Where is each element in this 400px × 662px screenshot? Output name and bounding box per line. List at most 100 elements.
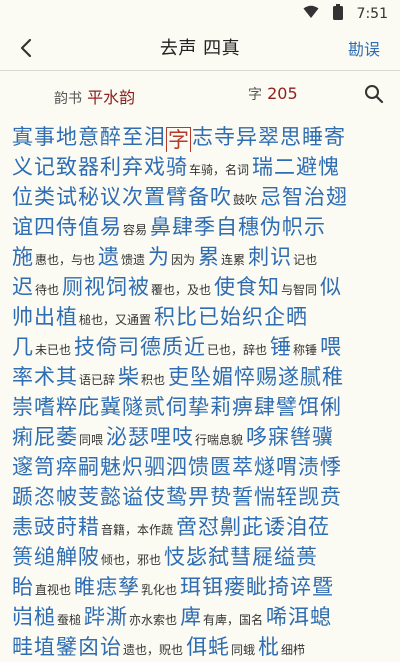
character-item[interactable]: 泗 <box>166 452 187 482</box>
character-item[interactable]: 屁 <box>34 422 55 452</box>
character-item[interactable]: 悴 <box>234 362 255 392</box>
character-item[interactable]: 帅 <box>12 302 33 332</box>
character-item[interactable]: 翠 <box>258 122 279 152</box>
character-item[interactable]: 睢 <box>74 572 95 602</box>
character-item[interactable]: 迟 <box>12 272 33 302</box>
character-item[interactable]: 术 <box>34 362 55 392</box>
character-item[interactable]: 邃 <box>12 452 33 482</box>
character-item[interactable]: 莅 <box>308 512 329 542</box>
character-item[interactable]: 异 <box>236 122 257 152</box>
character-item[interactable]: 寐 <box>268 422 289 452</box>
character-item[interactable]: 忌 <box>260 182 281 212</box>
character-item[interactable]: 植 <box>56 302 77 332</box>
character-item[interactable]: 跸 <box>84 602 105 632</box>
character-item[interactable]: 睡 <box>302 122 323 152</box>
character-item[interactable]: 惴 <box>254 482 275 512</box>
character-item[interactable]: 近 <box>184 332 205 362</box>
character-item[interactable]: 试 <box>56 182 77 212</box>
character-item[interactable]: 缢 <box>274 542 295 572</box>
character-item[interactable]: 类 <box>34 182 55 212</box>
character-item[interactable]: 谥 <box>122 482 143 512</box>
character-item[interactable]: 柴 <box>118 362 139 392</box>
character-item[interactable]: 痣 <box>96 572 117 602</box>
character-item[interactable]: 轾 <box>276 482 297 512</box>
character-item[interactable]: 稚 <box>322 362 343 392</box>
character-item[interactable]: 贽 <box>210 482 231 512</box>
character-item[interactable]: 媚 <box>212 362 233 392</box>
character-item[interactable]: 燧 <box>254 452 275 482</box>
character-item[interactable]: 避 <box>296 152 317 182</box>
character-item[interactable]: 譬 <box>276 392 297 422</box>
character-item[interactable]: 饲 <box>106 272 127 302</box>
character-item[interactable]: 恣 <box>34 482 55 512</box>
character-item[interactable]: 次 <box>122 182 143 212</box>
character-item[interactable]: 澌 <box>106 602 127 632</box>
character-item[interactable]: 篑 <box>12 542 33 572</box>
character-item[interactable]: 瑟 <box>128 422 149 452</box>
character-item[interactable]: 啻 <box>176 512 197 542</box>
character-item[interactable]: 弑 <box>208 542 229 572</box>
character-item[interactable]: 囟 <box>78 632 99 662</box>
character-item[interactable]: 志 <box>192 122 213 152</box>
character-item[interactable]: 穗 <box>238 212 259 242</box>
character-item[interactable]: 埴 <box>34 632 55 662</box>
character-item[interactable]: 芰 <box>78 482 99 512</box>
character-item[interactable]: 缒 <box>34 542 55 572</box>
character-item[interactable]: 遗 <box>98 242 119 272</box>
character-item[interactable]: 倚 <box>96 332 117 362</box>
character-item[interactable]: 洎 <box>286 512 307 542</box>
character-item[interactable]: 寄 <box>324 122 345 152</box>
character-item[interactable]: 莳 <box>56 512 77 542</box>
character-item[interactable]: 为 <box>148 242 169 272</box>
character-item[interactable]: 季 <box>194 212 215 242</box>
character-item[interactable]: 洱 <box>288 602 309 632</box>
character-item[interactable]: 四 <box>34 212 55 242</box>
character-item-selected[interactable]: 字 <box>166 126 191 152</box>
character-item[interactable]: 器 <box>78 152 99 182</box>
character-item[interactable]: 施 <box>12 242 33 272</box>
character-item[interactable]: 喟 <box>276 452 297 482</box>
character-item[interactable]: 觊 <box>298 482 319 512</box>
character-item[interactable]: 眙 <box>12 572 33 602</box>
character-item[interactable]: 知 <box>258 272 279 302</box>
character-item[interactable]: 痢 <box>12 422 33 452</box>
character-item[interactable]: 怼 <box>198 512 219 542</box>
character-item[interactable]: 坠 <box>190 362 211 392</box>
character-item[interactable]: 饵 <box>298 392 319 422</box>
character-item[interactable]: 吱 <box>172 422 193 452</box>
character-item[interactable]: 耤 <box>78 512 99 542</box>
character-item[interactable]: 伪 <box>260 212 281 242</box>
errata-button[interactable]: 勘误 <box>348 36 380 60</box>
character-item[interactable]: 恚 <box>12 512 33 542</box>
character-item[interactable]: 值 <box>78 212 99 242</box>
character-item[interactable]: 置 <box>144 182 165 212</box>
character-item[interactable]: 帜 <box>282 212 303 242</box>
character-item[interactable]: 掎 <box>268 572 289 602</box>
character-item[interactable]: 伺 <box>166 392 187 422</box>
character-item[interactable]: 位 <box>12 182 33 212</box>
character-item[interactable]: 谊 <box>12 212 33 242</box>
character-item[interactable]: 佴 <box>186 632 207 662</box>
character-item[interactable]: 自 <box>216 212 237 242</box>
character-item[interactable]: 枇 <box>258 632 279 662</box>
character-item[interactable]: 辔 <box>290 422 311 452</box>
character-item[interactable]: 识 <box>270 242 291 272</box>
character-item[interactable]: 晒 <box>286 302 307 332</box>
character-item[interactable]: 伎 <box>144 482 165 512</box>
character-item[interactable]: 冀 <box>100 392 121 422</box>
character-item[interactable]: 馈 <box>188 452 209 482</box>
character-item[interactable]: 炽 <box>122 452 143 482</box>
character-item[interactable]: 刺 <box>248 242 269 272</box>
character-item[interactable]: 锤 <box>270 332 291 362</box>
character-item[interactable]: 几 <box>12 332 33 362</box>
character-item[interactable]: 积 <box>154 302 175 332</box>
character-item[interactable]: 哆 <box>246 422 267 452</box>
character-item[interactable]: 厕 <box>62 272 83 302</box>
character-item[interactable]: 螅 <box>310 602 331 632</box>
character-item[interactable]: 鐾 <box>56 632 77 662</box>
character-item[interactable]: 义 <box>12 152 33 182</box>
character-item[interactable]: 臂 <box>166 182 187 212</box>
character-item[interactable]: 治 <box>304 182 325 212</box>
character-item[interactable]: 瘘 <box>224 572 245 602</box>
character-item[interactable]: 珥 <box>180 572 201 602</box>
